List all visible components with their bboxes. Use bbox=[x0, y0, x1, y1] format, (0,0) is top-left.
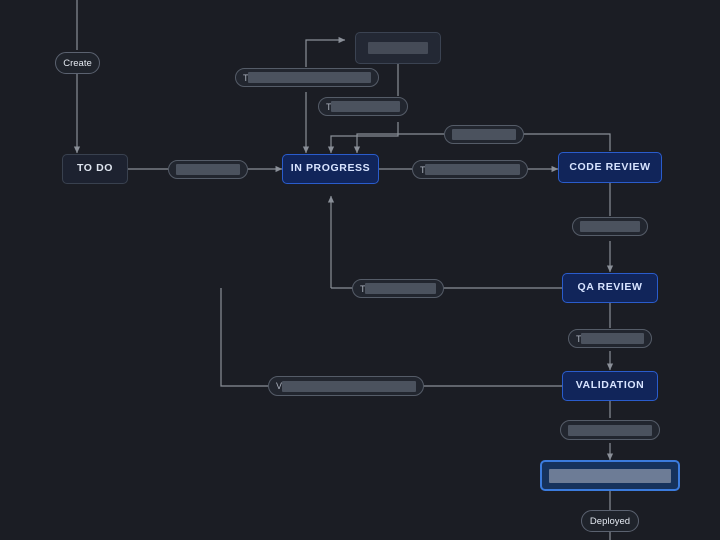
transition-label-redacted bbox=[425, 164, 520, 175]
transition-label-redacted bbox=[365, 283, 436, 294]
transition-label-redacted bbox=[568, 424, 652, 436]
workflow-diagram-canvas[interactable]: Create Deployed TO DO IN PROGRESS CODE R… bbox=[0, 0, 720, 540]
status-label-in-progress: IN PROGRESS bbox=[290, 162, 371, 175]
status-label-todo: TO DO bbox=[76, 162, 114, 175]
transition-label-redacted bbox=[580, 333, 644, 344]
status-label-top-redacted bbox=[368, 42, 428, 54]
transition-pill-in-progress-to-code-review[interactable]: T bbox=[412, 160, 528, 179]
transition-label-redacted bbox=[281, 380, 416, 392]
transition-pill-code-review-to-in-progress[interactable] bbox=[444, 125, 524, 144]
transition-label-redacted bbox=[452, 129, 516, 140]
transition-pill-validation-to-deploy[interactable] bbox=[560, 420, 660, 440]
transition-pill-code-review-to-qa-review[interactable] bbox=[572, 217, 648, 236]
transition-pill-top-short[interactable]: T bbox=[318, 97, 408, 116]
transition-label-redacted bbox=[248, 72, 371, 83]
status-node-code-review[interactable]: CODE REVIEW bbox=[558, 152, 662, 183]
status-node-top[interactable] bbox=[355, 32, 441, 64]
status-node-selected[interactable] bbox=[540, 460, 680, 491]
status-node-todo[interactable]: TO DO bbox=[62, 154, 128, 184]
transition-prefix: V bbox=[276, 381, 282, 391]
status-label-validation: VALIDATION bbox=[575, 379, 645, 392]
status-label-qa-review: QA REVIEW bbox=[577, 281, 643, 294]
status-label-selected-redacted bbox=[549, 468, 671, 483]
status-node-in-progress[interactable]: IN PROGRESS bbox=[282, 154, 379, 184]
status-node-validation[interactable]: VALIDATION bbox=[562, 371, 658, 401]
transition-pill-todo-to-in-progress[interactable] bbox=[168, 160, 248, 179]
status-node-qa-review[interactable]: QA REVIEW bbox=[562, 273, 658, 303]
transition-label-redacted bbox=[331, 101, 400, 112]
transition-pill-validation-back-to-in-progress[interactable]: V bbox=[268, 376, 424, 396]
event-label-create: Create bbox=[63, 57, 92, 69]
transition-pill-qa-review-back-to-in-progress[interactable]: T bbox=[352, 279, 444, 298]
transition-label-redacted bbox=[580, 221, 640, 232]
transition-pill-qa-review-to-validation[interactable]: T bbox=[568, 329, 652, 348]
transition-label-redacted bbox=[176, 164, 240, 175]
status-label-code-review: CODE REVIEW bbox=[569, 160, 651, 173]
event-pill-deployed[interactable]: Deployed bbox=[581, 510, 639, 532]
event-label-deployed: Deployed bbox=[589, 515, 631, 527]
event-pill-create[interactable]: Create bbox=[55, 52, 100, 74]
transition-pill-top-long[interactable]: T bbox=[235, 68, 379, 87]
